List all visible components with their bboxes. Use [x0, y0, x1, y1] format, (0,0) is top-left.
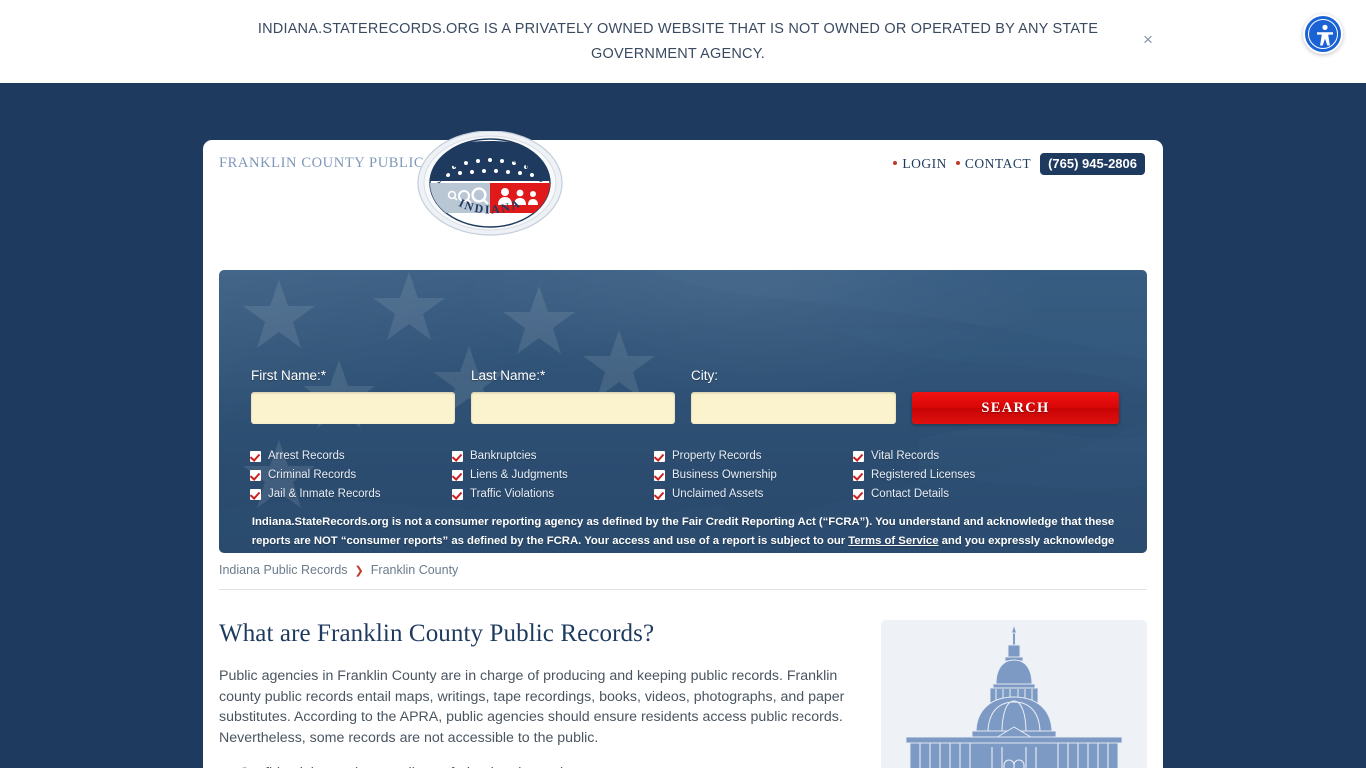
checkbox-checked-icon[interactable]	[250, 469, 261, 481]
record-type-checkbox[interactable]: Unclaimed Assets	[654, 488, 853, 500]
record-type-label: Registered Licenses	[871, 469, 976, 481]
search-panel: First Name:* Last Name:* City: SEARCH Ar…	[219, 270, 1147, 553]
checkbox-checked-icon[interactable]	[853, 450, 864, 462]
record-type-label: Vital Records	[871, 450, 940, 462]
site-container: FRANKLIN COUNTY PUBLIC RECORDS LOGIN CON…	[203, 140, 1163, 768]
capitol-dome-svg	[905, 623, 1123, 768]
record-type-checkbox[interactable]: Business Ownership	[654, 469, 853, 481]
state-records-logo-svg: STATE RECORDS INDIANA	[417, 130, 563, 236]
main-content: What are Franklin County Public Records?…	[219, 620, 1147, 768]
record-type-checkbox[interactable]: Vital Records	[853, 450, 1053, 462]
breadcrumb: Indiana Public Records ❯ Franklin County	[219, 563, 1147, 590]
record-type-checkbox[interactable]: Property Records	[654, 450, 853, 462]
record-type-label: Liens & Judgments	[470, 469, 568, 481]
page-body: FRANKLIN COUNTY PUBLIC RECORDS LOGIN CON…	[0, 83, 1366, 768]
checkbox-checked-icon[interactable]	[452, 469, 463, 481]
record-type-label: Jail & Inmate Records	[268, 488, 381, 500]
record-type-checkbox[interactable]: Criminal Records	[250, 469, 452, 481]
record-type-checkbox[interactable]: Liens & Judgments	[452, 469, 654, 481]
record-type-label: Unclaimed Assets	[672, 488, 764, 500]
contact-label: CONTACT	[964, 156, 1032, 171]
record-type-label: Business Ownership	[672, 469, 777, 481]
last-name-label: Last Name:*	[471, 368, 546, 383]
header-bar: FRANKLIN COUNTY PUBLIC RECORDS LOGIN CON…	[203, 140, 1163, 190]
checkbox-checked-icon[interactable]	[853, 469, 864, 481]
header-nav: LOGIN CONTACT (765) 945-2806	[893, 153, 1145, 175]
contact-link[interactable]: CONTACT	[955, 156, 1032, 172]
close-icon[interactable]: ×	[1139, 31, 1157, 49]
first-name-field-group: First Name:*	[251, 368, 455, 424]
breadcrumb-item-root[interactable]: Indiana Public Records	[219, 563, 348, 577]
bullet-dot-icon	[955, 161, 960, 165]
list-item: Confidential records according to federa…	[219, 764, 855, 768]
record-type-checkbox-grid: Arrest Records Bankruptcies Property Recor…	[250, 450, 1120, 500]
city-label: City:	[691, 368, 718, 383]
article-paragraph: Public agencies in Franklin County are i…	[219, 668, 845, 746]
exempt-records-list: Confidential records according to federa…	[219, 764, 855, 768]
last-name-input[interactable]	[471, 392, 675, 424]
first-name-input[interactable]	[251, 392, 455, 424]
disclaimer-notice-text-wrap: INDIANA.STATERECORDS.ORG IS A PRIVATELY …	[228, 17, 1128, 67]
first-name-label: First Name:*	[251, 368, 327, 383]
city-input[interactable]	[691, 392, 896, 424]
disclaimer-notice-bar: INDIANA.STATERECORDS.ORG IS A PRIVATELY …	[0, 0, 1366, 83]
checkbox-checked-icon[interactable]	[452, 488, 463, 500]
checkbox-checked-icon[interactable]	[853, 488, 864, 500]
city-field-group: City:	[691, 368, 896, 424]
login-link[interactable]: LOGIN	[893, 156, 947, 172]
fcra-disclaimer: Indiana.StateRecords.org is not a consum…	[249, 513, 1117, 553]
state-records-logo[interactable]: STATE RECORDS INDIANA	[410, 130, 570, 236]
article: What are Franklin County Public Records?…	[219, 620, 855, 768]
search-button[interactable]: SEARCH	[912, 392, 1119, 424]
record-type-checkbox[interactable]: Traffic Violations	[452, 488, 654, 500]
terms-of-service-link[interactable]: Terms of Service	[848, 535, 938, 547]
capitol-building-illustration	[881, 620, 1147, 768]
phone-badge[interactable]: (765) 945-2806	[1040, 153, 1145, 175]
checkbox-checked-icon[interactable]	[250, 450, 261, 462]
record-type-checkbox[interactable]: Registered Licenses	[853, 469, 1053, 481]
record-type-label: Property Records	[672, 450, 762, 462]
search-fields: First Name:* Last Name:* City: SEARCH	[251, 368, 1119, 424]
breadcrumb-item-current: Franklin County	[370, 563, 459, 577]
record-type-label: Criminal Records	[268, 469, 357, 481]
chevron-right-icon: ❯	[354, 564, 364, 577]
article-heading: What are Franklin County Public Records?	[219, 620, 655, 647]
record-type-label: Bankruptcies	[470, 450, 537, 462]
checkbox-checked-icon[interactable]	[250, 488, 261, 500]
record-type-label: Arrest Records	[268, 450, 345, 462]
last-name-field-group: Last Name:*	[471, 368, 675, 424]
record-type-label: Contact Details	[871, 488, 949, 500]
record-type-checkbox[interactable]: Arrest Records	[250, 450, 452, 462]
record-availability-card: Franklin County Record Availability Fran…	[881, 620, 1147, 768]
accessibility-person-icon	[1317, 24, 1333, 46]
record-type-checkbox[interactable]: Contact Details	[853, 488, 1053, 500]
checkbox-checked-icon[interactable]	[654, 450, 665, 462]
record-type-label: Traffic Violations	[470, 488, 555, 500]
checkbox-checked-icon[interactable]	[452, 450, 463, 462]
record-type-checkbox[interactable]: Jail & Inmate Records	[250, 488, 452, 500]
checkbox-checked-icon[interactable]	[654, 488, 665, 500]
accessibility-button[interactable]	[1303, 14, 1343, 54]
disclaimer-notice-text: INDIANA.STATERECORDS.ORG IS A PRIVATELY …	[257, 20, 1099, 62]
login-label: LOGIN	[902, 156, 947, 171]
checkbox-checked-icon[interactable]	[654, 469, 665, 481]
record-type-checkbox[interactable]: Bankruptcies	[452, 450, 654, 462]
bullet-dot-icon	[893, 161, 898, 165]
